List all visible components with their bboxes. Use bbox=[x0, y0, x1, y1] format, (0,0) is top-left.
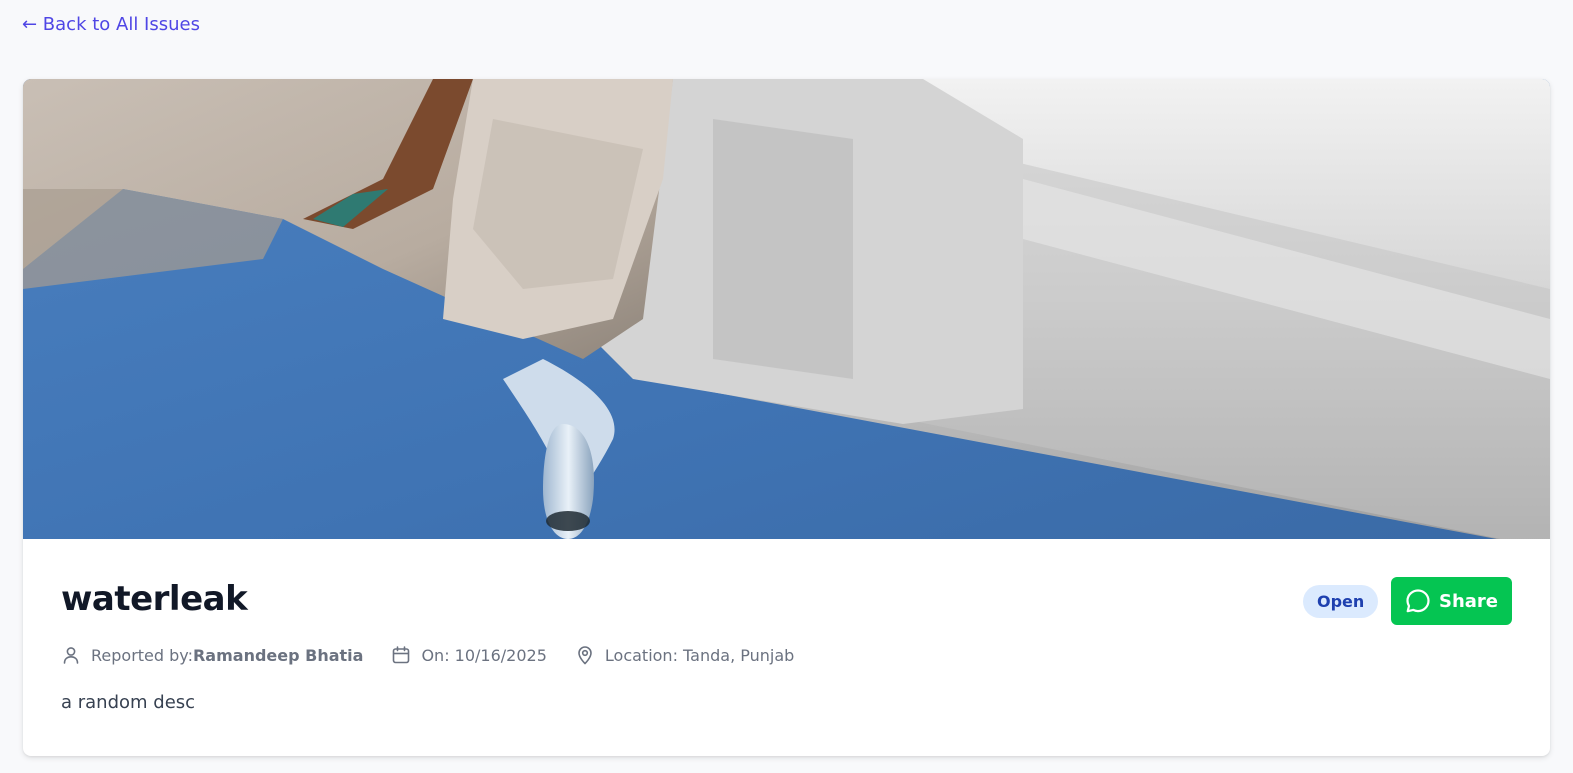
issue-meta: Reported by: Ramandeep Bhatia On: 10/16/2… bbox=[61, 645, 822, 665]
reporter-name: Ramandeep Bhatia bbox=[192, 645, 364, 665]
issue-card: waterleak Open Share Reported by: Ramande… bbox=[23, 79, 1550, 756]
calendar-icon bbox=[393, 646, 410, 664]
reported-by-label: Reported by: bbox=[91, 645, 193, 665]
share-button-label: Share bbox=[1438, 590, 1498, 612]
location-info: Location: Tanda, Punjab bbox=[575, 645, 794, 665]
date-label: On: 10/16/2025 bbox=[421, 645, 547, 665]
status-badge: Open bbox=[1303, 585, 1379, 618]
date-info: On: 10/16/2025 bbox=[391, 645, 547, 665]
issue-photo bbox=[23, 79, 1550, 539]
issue-title: waterleak bbox=[61, 579, 248, 619]
location-label: Location: Tanda, Punjab bbox=[604, 645, 795, 665]
user-icon bbox=[63, 647, 79, 664]
leaking-pipe-photo bbox=[23, 79, 1550, 539]
issue-description: a random desc bbox=[61, 692, 196, 713]
reporter-info: Reported by: Ramandeep Bhatia bbox=[61, 645, 363, 665]
map-pin-icon bbox=[578, 646, 592, 665]
share-button[interactable]: Share bbox=[1391, 577, 1512, 625]
whatsapp-icon bbox=[1406, 589, 1430, 613]
back-to-issues-link[interactable]: ← Back to All Issues bbox=[22, 14, 200, 35]
